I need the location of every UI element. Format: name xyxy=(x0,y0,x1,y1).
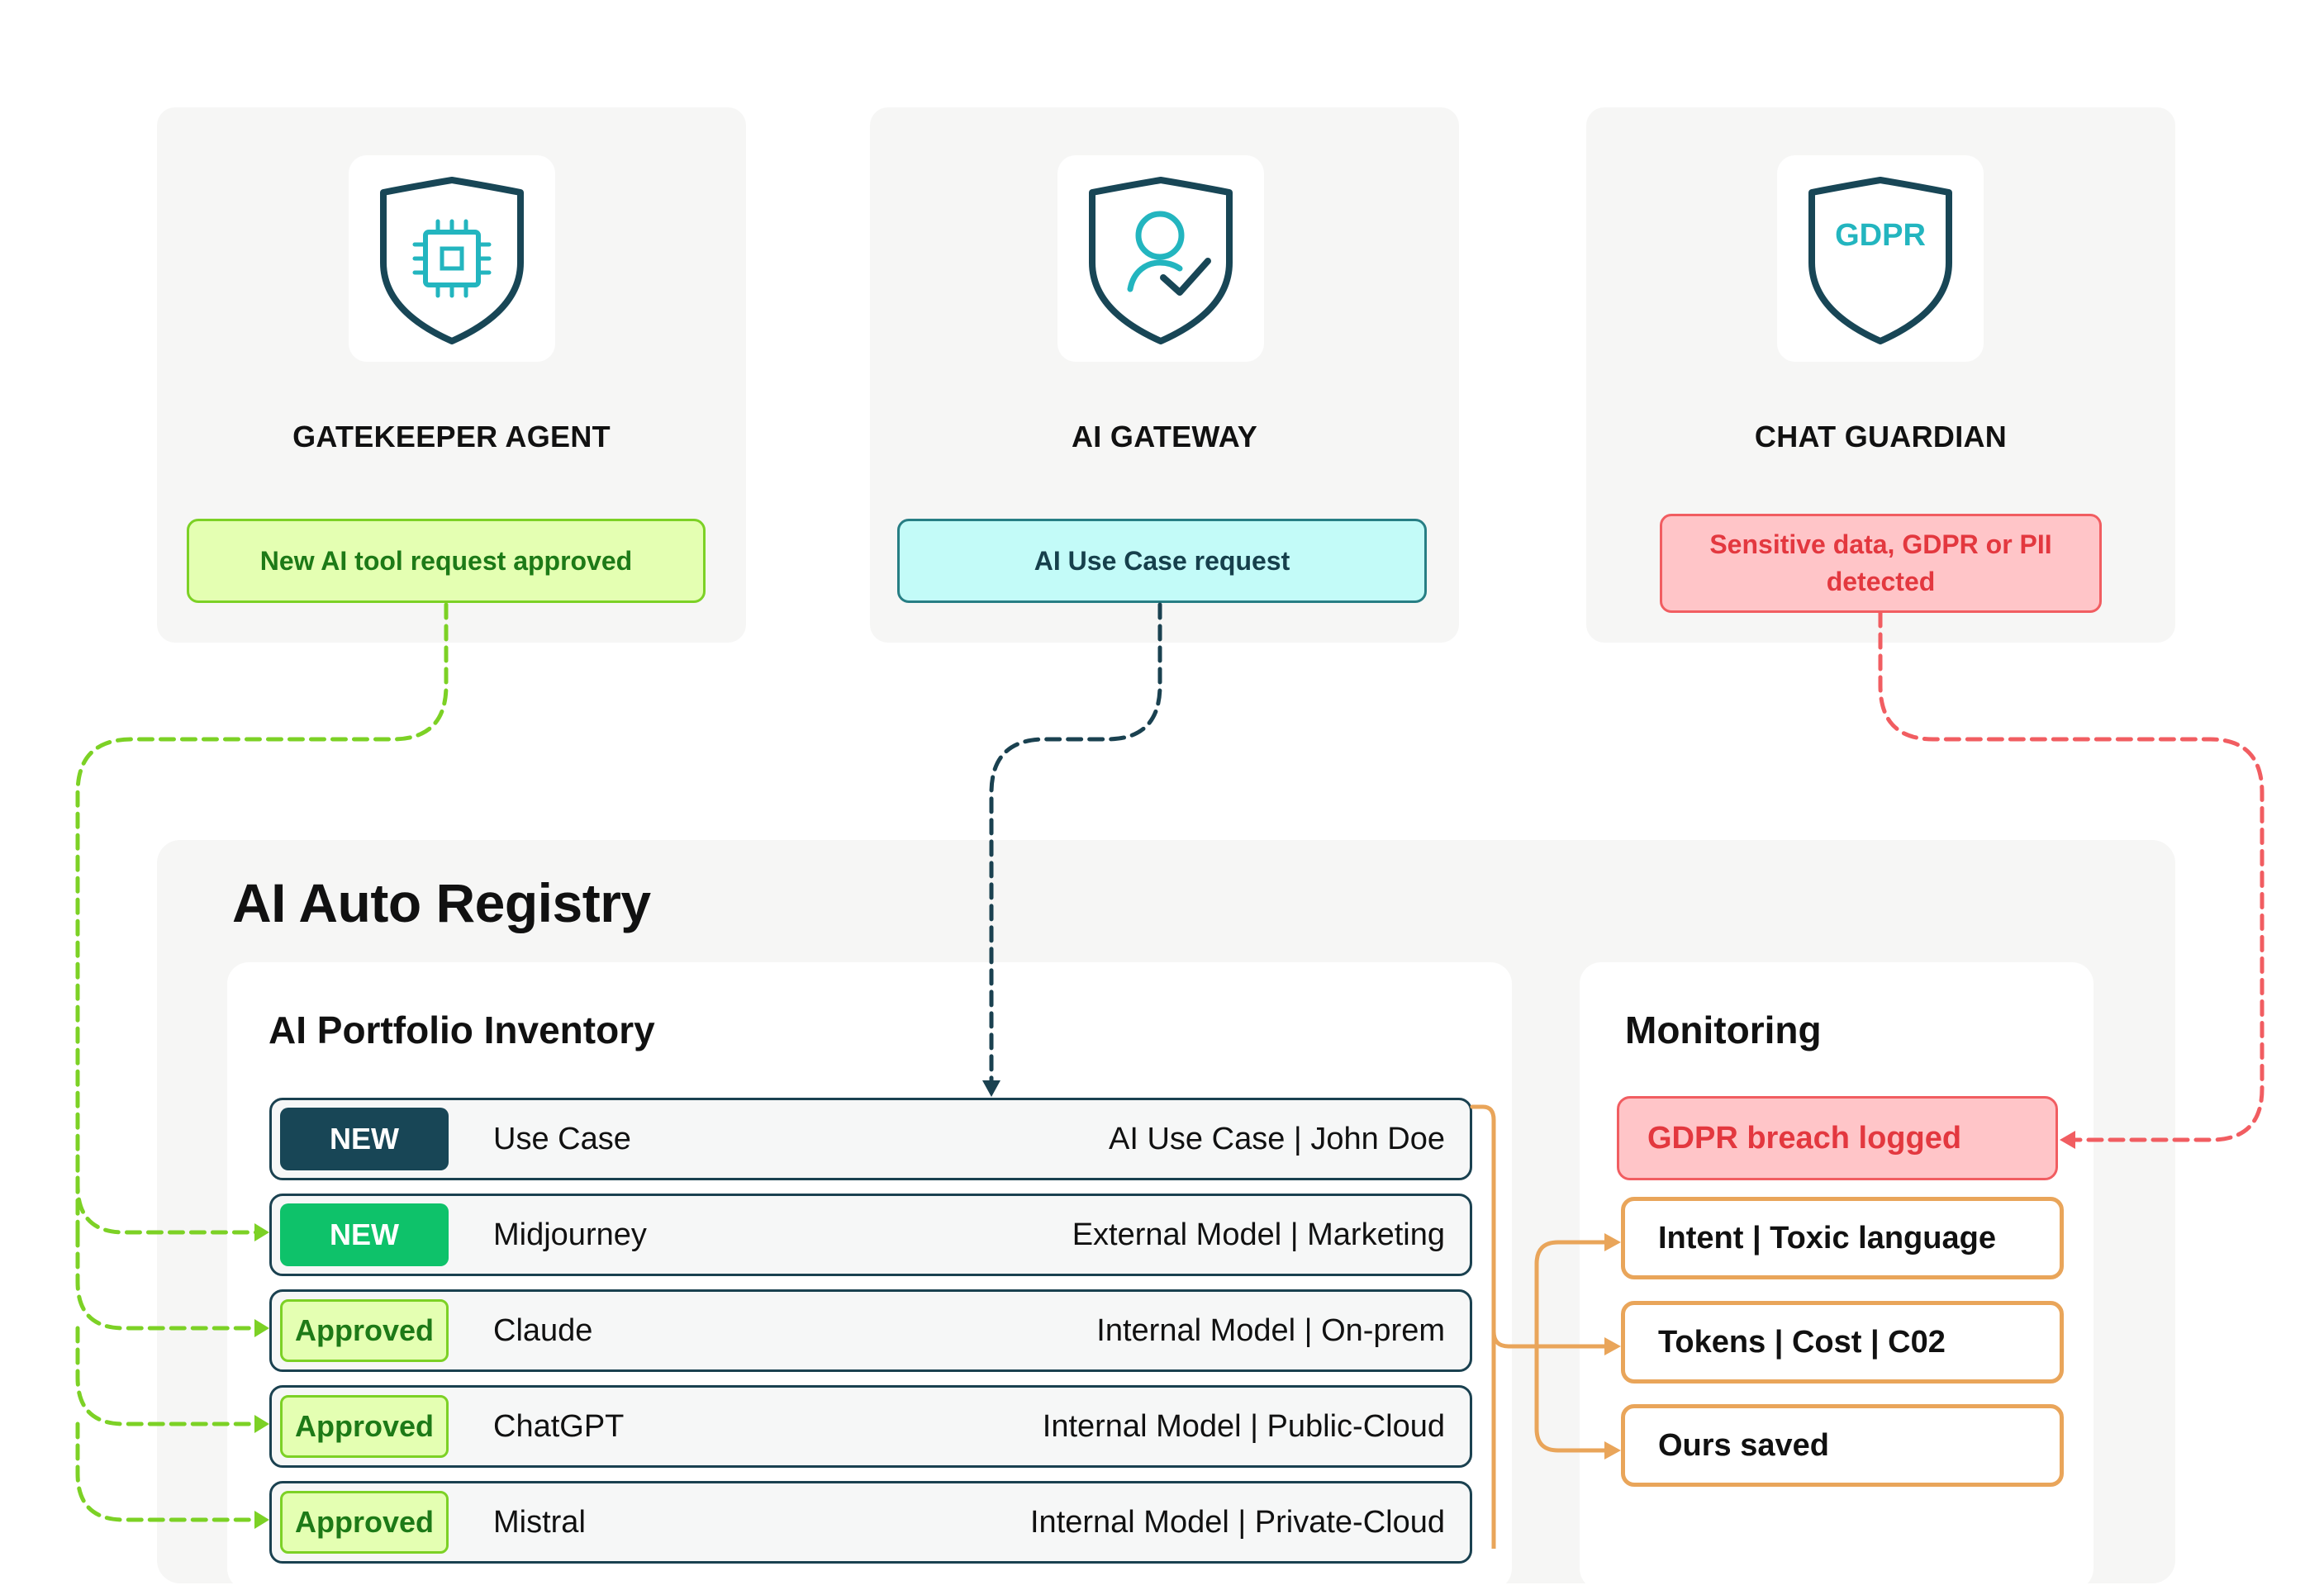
guardian-connector xyxy=(1878,610,2265,1142)
connector-lines xyxy=(75,602,2265,1549)
guardian-arrowhead xyxy=(2060,1131,2075,1149)
gateway-connector xyxy=(989,602,1162,1083)
gatekeeper-arrowheads xyxy=(254,1223,269,1529)
gatekeeper-connector xyxy=(75,602,449,1522)
inventory-monitoring-arrowheads xyxy=(1604,1233,1621,1459)
gateway-arrowhead xyxy=(982,1080,1000,1097)
inventory-monitoring-connector xyxy=(1470,1104,1609,1549)
